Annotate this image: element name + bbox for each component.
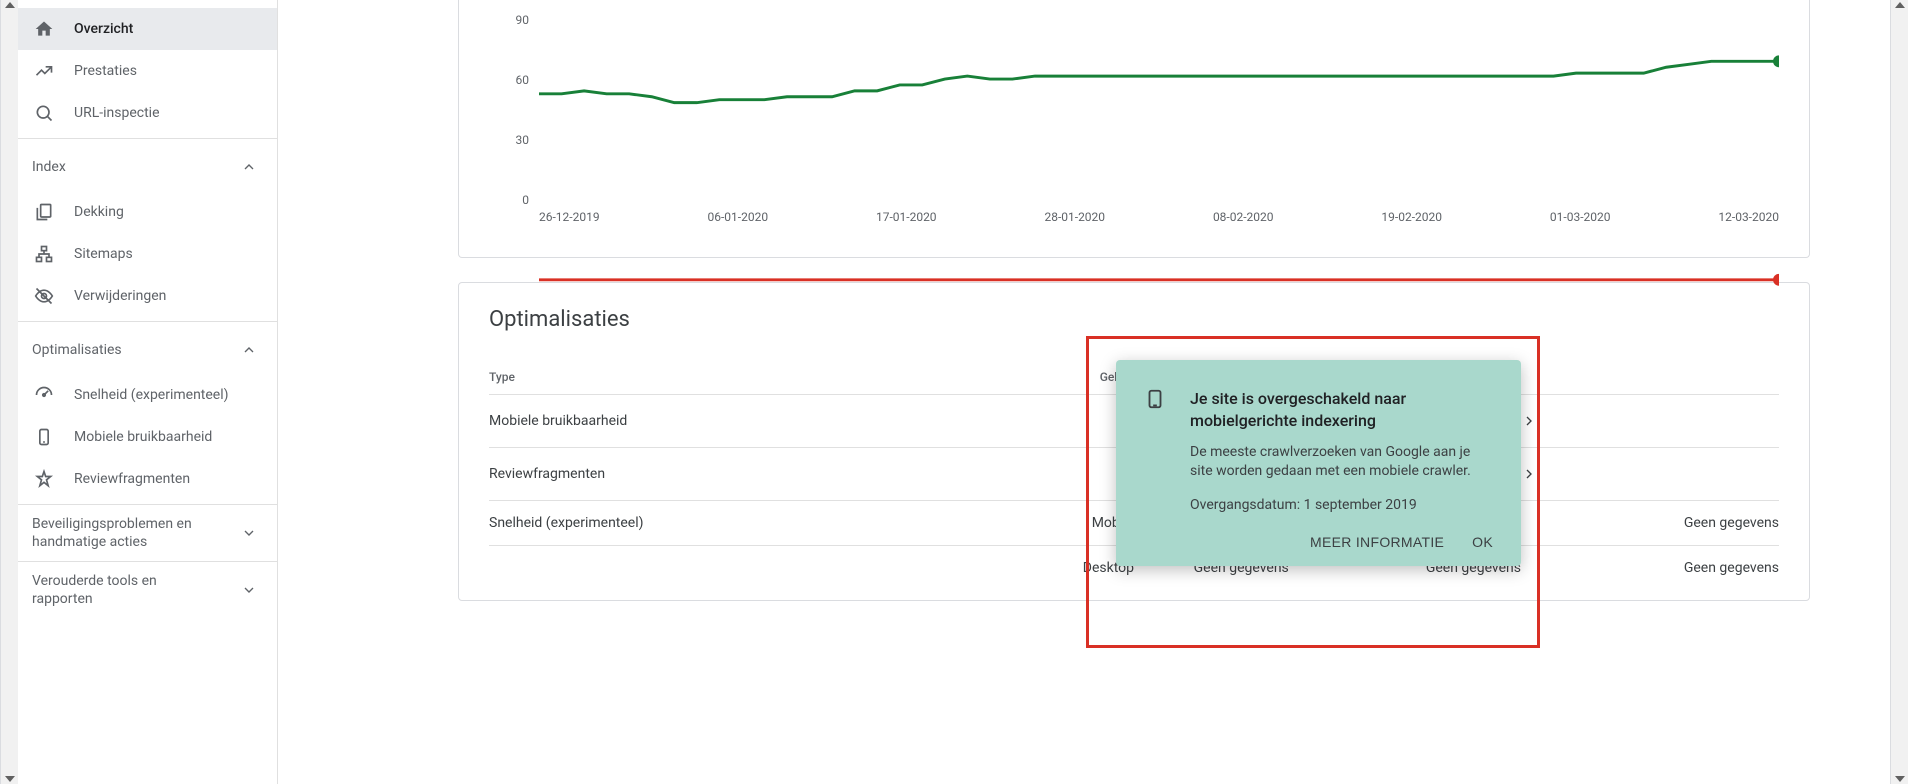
divider: [18, 504, 277, 505]
divider: [18, 561, 277, 562]
chart-card: 90 60 30 0 26-12-2019 06-01-2020 17-01-2020 28…: [458, 0, 1810, 258]
section-label: Beveiligingsproblemen en handmatige acti…: [32, 515, 212, 551]
x-tick-label: 08-02-2020: [1213, 210, 1274, 230]
chevron-up-icon: [241, 159, 257, 175]
y-tick-label: 30: [516, 133, 530, 147]
cell-type: Snelheid (experimenteel): [489, 501, 941, 546]
nav-item-removals[interactable]: Verwijderingen: [18, 275, 277, 317]
section-label: Optimalisaties: [32, 342, 122, 358]
nav-label: Snelheid (experimenteel): [74, 387, 229, 403]
toast-date: Overgangsdatum: 1 september 2019: [1190, 496, 1493, 516]
cell-type: Mobiele bruikbaarheid: [489, 395, 941, 448]
sidebar-scrollbar[interactable]: [0, 0, 18, 784]
chevron-down-icon: [241, 525, 257, 541]
ok-button[interactable]: OK: [1472, 534, 1493, 550]
chevron-down-icon: [241, 582, 257, 598]
x-tick-label: 28-01-2020: [1044, 210, 1105, 230]
sitemap-icon: [34, 244, 54, 264]
nav-item-speed[interactable]: Snelheid (experimenteel): [18, 374, 277, 416]
cell-device: Desktop: [941, 546, 1135, 591]
notification-toast: Je site is overgeschakeld naar mobielger…: [1116, 360, 1521, 566]
speedometer-icon: [34, 385, 54, 405]
nav-label: Verwijderingen: [74, 288, 166, 304]
smartphone-icon: [34, 427, 54, 447]
trending-up-icon: [34, 61, 54, 81]
visibility-off-icon: [34, 286, 54, 306]
nav-item-review-snippets[interactable]: Reviewfragmenten: [18, 458, 277, 500]
nav-label: Sitemaps: [74, 246, 133, 262]
chevron-right-icon: [1521, 448, 1779, 501]
x-tick-label: 06-01-2020: [707, 210, 768, 230]
col-type: Type: [489, 362, 941, 395]
cell-trend: Geen gegevens: [1521, 546, 1779, 591]
nav-label: Reviewfragmenten: [74, 471, 190, 487]
y-tick-label: 0: [522, 193, 529, 207]
card-title: Optimalisaties: [489, 307, 1779, 332]
sidebar: Overzicht Prestaties URL-inspectie Index…: [18, 0, 278, 784]
divider: [18, 138, 277, 139]
nav-item-mobile-usability[interactable]: Mobiele bruikbaarheid: [18, 416, 277, 458]
x-tick-label: 17-01-2020: [876, 210, 937, 230]
x-axis-labels: 26-12-2019 06-01-2020 17-01-2020 28-01-2020…: [539, 210, 1779, 230]
main-scrollbar[interactable]: [1890, 0, 1908, 784]
x-tick-label: 01-03-2020: [1550, 210, 1611, 230]
chevron-right-icon: [1521, 395, 1779, 448]
nav-item-url-inspect[interactable]: URL-inspectie: [18, 92, 277, 134]
cell-trend: Geen gegevens: [1521, 501, 1779, 546]
search-icon: [34, 103, 54, 123]
divider: [18, 321, 277, 322]
section-label: Verouderde tools en rapporten: [32, 572, 212, 608]
section-header-security[interactable]: Beveiligingsproblemen en handmatige acti…: [18, 509, 277, 557]
smartphone-icon: [1144, 388, 1168, 550]
nav-label: URL-inspectie: [74, 105, 160, 121]
more-info-button[interactable]: MEER INFORMATIE: [1310, 534, 1444, 550]
x-tick-label: 26-12-2019: [539, 210, 600, 230]
cell-device: Mobiel: [941, 501, 1135, 546]
pages-icon: [34, 202, 54, 222]
chevron-up-icon: [241, 342, 257, 358]
x-tick-label: 19-02-2020: [1381, 210, 1442, 230]
nav-label: Mobiele bruikbaarheid: [74, 429, 212, 445]
snippet-icon: [34, 469, 54, 489]
nav-label: Prestaties: [74, 63, 137, 79]
coverage-chart: [539, 20, 1779, 286]
nav-label: Overzicht: [74, 21, 133, 37]
main-content: 90 60 30 0 26-12-2019 06-01-2020 17-01-2020 28…: [278, 0, 1890, 784]
nav-label: Dekking: [74, 204, 124, 220]
section-header-optim[interactable]: Optimalisaties: [18, 326, 277, 374]
toast-body-text: De meeste crawlverzoeken van Google aan …: [1190, 443, 1493, 482]
home-icon: [34, 19, 54, 39]
x-tick-label: 12-03-2020: [1718, 210, 1779, 230]
nav-item-performance[interactable]: Prestaties: [18, 50, 277, 92]
y-tick-label: 90: [516, 13, 530, 27]
section-label: Index: [32, 159, 66, 175]
nav-item-coverage[interactable]: Dekking: [18, 191, 277, 233]
cell-valid: 0: [941, 448, 1135, 501]
section-header-index[interactable]: Index: [18, 143, 277, 191]
cell-type: Reviewfragmenten: [489, 448, 941, 501]
nav-item-sitemaps[interactable]: Sitemaps: [18, 233, 277, 275]
cell-valid: 34: [941, 395, 1135, 448]
toast-title: Je site is overgeschakeld naar mobielger…: [1190, 388, 1493, 433]
y-tick-label: 60: [516, 73, 530, 87]
section-header-legacy[interactable]: Verouderde tools en rapporten: [18, 566, 277, 614]
nav-item-overview[interactable]: Overzicht: [18, 8, 277, 50]
col-valid: Geldig: [941, 362, 1135, 395]
